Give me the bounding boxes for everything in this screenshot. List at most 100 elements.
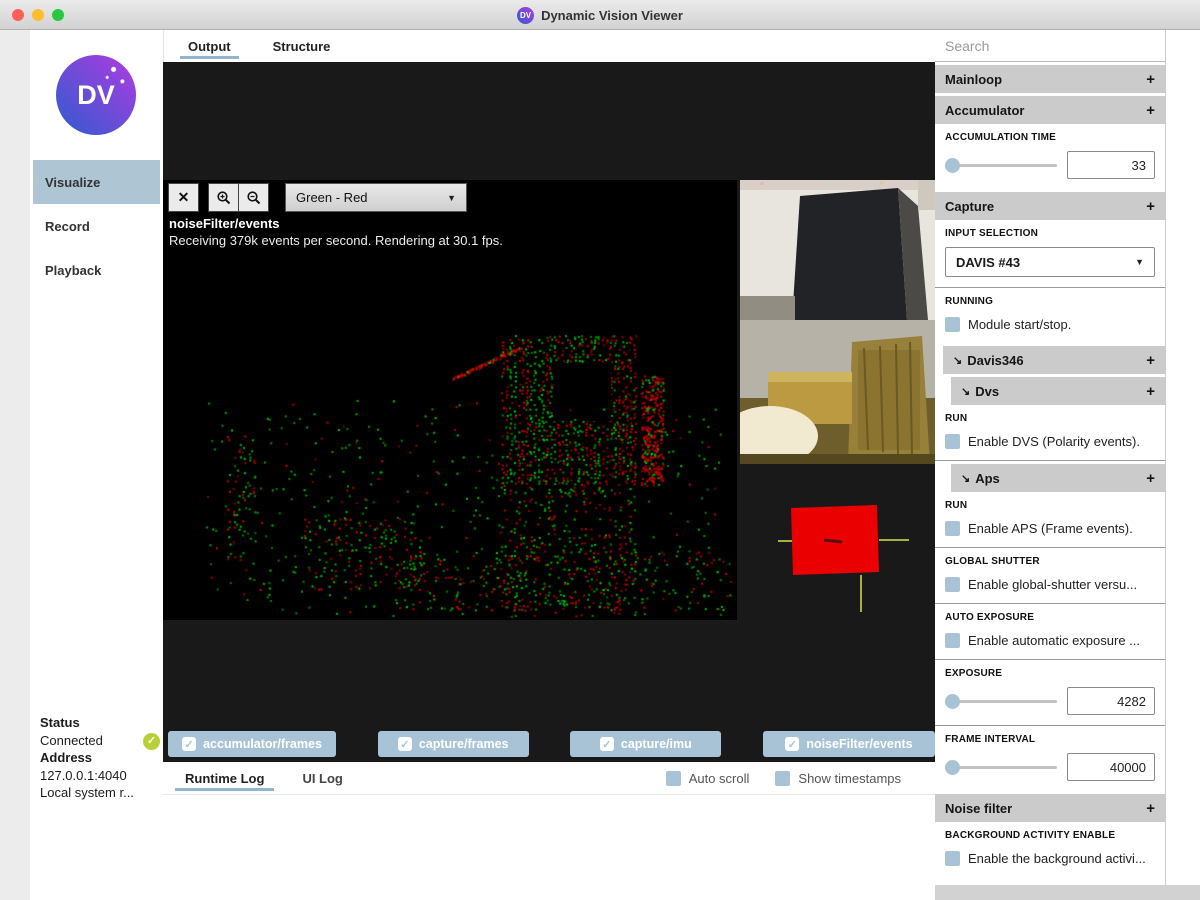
section-noise-filter[interactable]: Noise filter +	[935, 794, 1165, 822]
global-shutter-checkbox[interactable]	[945, 576, 960, 592]
auto-scroll-checkbox[interactable]	[665, 770, 681, 786]
section-mainloop[interactable]: Mainloop +	[935, 65, 1165, 93]
search-input[interactable]	[935, 30, 1165, 62]
setting-label: FRAME INTERVAL	[945, 734, 1036, 745]
setting-label: INPUT SELECTION	[945, 228, 1039, 239]
accumulation-time-slider[interactable]	[945, 157, 1057, 173]
log-content	[163, 795, 935, 900]
tab-structure[interactable]: Structure	[255, 30, 349, 62]
section-davis346[interactable]: ↘ Davis346 +	[943, 346, 1165, 374]
stream-button-capture-frames[interactable]: ✓ capture/frames	[377, 731, 529, 757]
address-detail: Local system r...	[40, 785, 134, 800]
section-accumulator[interactable]: Accumulator +	[935, 96, 1165, 124]
running-setting: RUNNING Module start/stop.	[935, 288, 1165, 343]
exposure-slider[interactable]	[945, 693, 1057, 709]
tab-output[interactable]: Output	[170, 30, 249, 62]
stream-button-capture-imu[interactable]: ✓ capture/imu	[570, 731, 722, 757]
scrollbar-corner	[935, 885, 1200, 900]
input-selection-setting: INPUT SELECTION DAVIS #43 ▼	[935, 220, 1165, 287]
app-icon: DV	[517, 6, 535, 24]
exposure-input[interactable]	[1067, 687, 1155, 715]
section-aps[interactable]: ↘ Aps +	[951, 464, 1165, 492]
slider-knob[interactable]	[945, 759, 960, 775]
expand-icon[interactable]: +	[1146, 800, 1155, 817]
divider	[935, 460, 1165, 461]
expand-icon[interactable]: +	[1146, 71, 1155, 88]
sidebar-item-visualize[interactable]: Visualize	[33, 160, 160, 204]
sidebar: DV Visualize Record Playback Status Conn…	[30, 30, 163, 900]
titlebar: DV Dynamic Vision Viewer	[0, 0, 1200, 30]
tab-runtime-log[interactable]: Runtime Log	[169, 762, 280, 794]
log-options: Auto scroll Show timestamps	[665, 762, 935, 794]
setting-label: RUN	[945, 413, 968, 424]
setting-label: AUTO EXPOSURE	[945, 612, 1035, 623]
setting-label: GLOBAL SHUTTER	[945, 556, 1040, 567]
expand-icon[interactable]: +	[1146, 352, 1155, 369]
section-title: Davis346	[967, 352, 1024, 368]
auto-scroll-label: Auto scroll	[688, 770, 750, 786]
frame-interval-input[interactable]	[1067, 753, 1155, 781]
expand-icon[interactable]: +	[1146, 383, 1155, 400]
dvs-run-setting: RUN Enable DVS (Polarity events).	[935, 405, 1165, 460]
section-title: Dvs	[975, 383, 1000, 399]
setting-label: RUNNING	[945, 296, 994, 307]
expand-icon[interactable]: +	[1146, 198, 1155, 215]
slider-knob[interactable]	[945, 157, 960, 173]
chevron-down-icon: ▼	[447, 192, 456, 203]
show-timestamps-label: Show timestamps	[798, 770, 901, 786]
checkbox-label: Enable DVS (Polarity events).	[968, 433, 1140, 449]
frame-interval-slider[interactable]	[945, 759, 1057, 775]
address-label: Address	[40, 750, 93, 765]
background-activity-checkbox[interactable]	[945, 850, 960, 866]
zoom-out-button[interactable]	[238, 183, 269, 212]
dvs-run-checkbox[interactable]	[945, 433, 960, 449]
accumulation-time-setting: ACCUMULATION TIME	[935, 124, 1165, 189]
window-title: Dynamic Vision Viewer	[541, 7, 683, 23]
aps-run-checkbox[interactable]	[945, 520, 960, 536]
sidebar-item-playback[interactable]: Playback	[33, 248, 160, 292]
viewer-area: ✕ Green - Red ▼ noiseFilter/events Recei…	[163, 62, 935, 762]
collapse-arrow-icon: ↘	[961, 472, 971, 485]
expand-icon[interactable]: +	[1146, 102, 1155, 119]
scrollbar-track[interactable]	[1165, 30, 1200, 885]
section-dvs[interactable]: ↘ Dvs +	[951, 377, 1165, 405]
stream-button-noisefilter-events[interactable]: ✓ noiseFilter/events	[762, 731, 935, 757]
stream-button-label: noiseFilter/events	[806, 737, 913, 751]
aps-frame-preview	[740, 180, 935, 320]
zoom-in-button[interactable]	[208, 183, 239, 212]
section-title: Capture	[945, 198, 995, 214]
zoom-in-icon	[216, 190, 230, 204]
stream-button-label: capture/frames	[418, 737, 509, 751]
section-title: Noise filter	[945, 800, 1013, 816]
stream-stats: Receiving 379k events per second. Render…	[169, 233, 503, 248]
close-view-button[interactable]: ✕	[168, 183, 199, 212]
connection-status: Status Connected Address 127.0.0.1:4040 …	[40, 714, 160, 802]
checkbox-label: Enable automatic exposure ...	[968, 632, 1140, 648]
auto-exposure-setting: AUTO EXPOSURE Enable automatic exposure …	[935, 604, 1165, 659]
imu-visualization	[778, 505, 909, 612]
running-checkbox[interactable]	[945, 316, 960, 332]
log-tabbar: Runtime Log UI Log Auto scroll Show time…	[163, 762, 935, 795]
config-panel: Mainloop + Accumulator + ACCUMULATION TI…	[935, 30, 1165, 885]
collapse-arrow-icon: ↘	[953, 354, 963, 367]
accumulation-time-input[interactable]	[1067, 151, 1155, 179]
colormap-dropdown[interactable]: Green - Red ▼	[285, 183, 467, 212]
section-capture[interactable]: Capture +	[935, 192, 1165, 220]
global-shutter-setting: GLOBAL SHUTTER Enable global-shutter ver…	[935, 548, 1165, 603]
checkbox-label: Module start/stop.	[968, 316, 1072, 332]
stream-button-accumulator-frames[interactable]: ✓ accumulator/frames	[168, 731, 336, 757]
tab-ui-log[interactable]: UI Log	[286, 762, 358, 794]
connected-check-icon: ✓	[143, 733, 160, 750]
checkbox-label: Enable the background activi...	[968, 850, 1146, 866]
input-selection-dropdown[interactable]: DAVIS #43 ▼	[945, 247, 1155, 277]
sidebar-nav: Visualize Record Playback	[33, 160, 160, 292]
chevron-down-icon: ▼	[1135, 257, 1144, 267]
show-timestamps-checkbox[interactable]	[775, 770, 791, 786]
auto-exposure-checkbox[interactable]	[945, 632, 960, 648]
slider-knob[interactable]	[945, 693, 960, 709]
status-label: Status	[40, 715, 80, 730]
zoom-out-icon	[246, 190, 260, 204]
expand-icon[interactable]: +	[1146, 470, 1155, 487]
section-title: Aps	[975, 470, 1000, 486]
sidebar-item-record[interactable]: Record	[33, 204, 160, 248]
